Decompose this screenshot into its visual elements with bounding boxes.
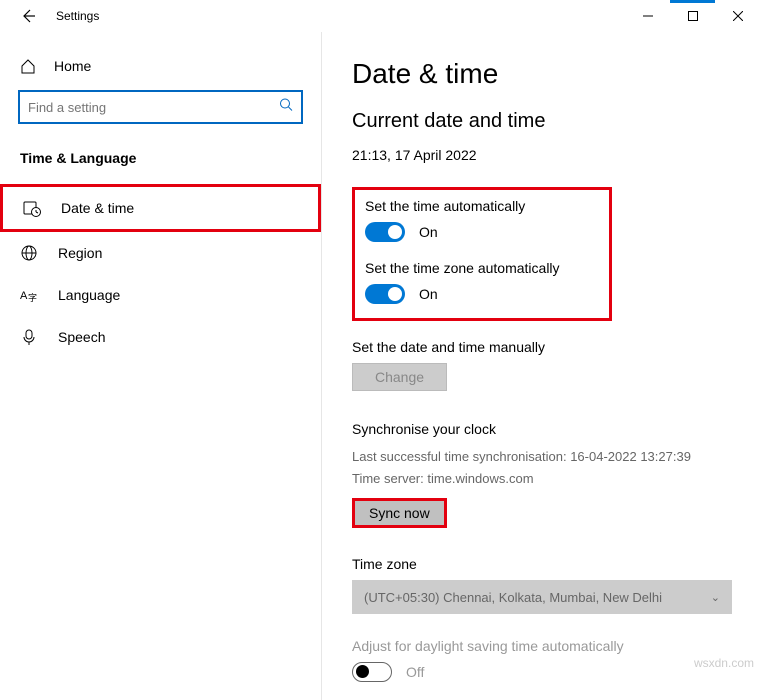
maximize-icon	[688, 11, 698, 21]
dst-label: Adjust for daylight saving time automati…	[352, 638, 730, 654]
set-tz-auto-state: On	[419, 286, 438, 302]
svg-text:字: 字	[28, 292, 37, 303]
microphone-icon	[20, 328, 38, 346]
sidebar-item-label: Speech	[58, 329, 105, 345]
set-tz-auto-toggle[interactable]	[365, 284, 405, 304]
minimize-button[interactable]	[625, 0, 670, 32]
watermark: wsxdn.com	[694, 656, 754, 670]
search-icon	[279, 98, 293, 117]
arrow-left-icon	[20, 8, 36, 24]
sync-title: Synchronise your clock	[352, 421, 730, 437]
home-icon	[20, 58, 36, 74]
change-button: Change	[352, 363, 447, 391]
sidebar-item-language[interactable]: A字 Language	[0, 274, 321, 316]
timezone-dropdown: (UTC+05:30) Chennai, Kolkata, Mumbai, Ne…	[352, 580, 732, 614]
content-area: Date & time Current date and time 21:13,…	[322, 32, 760, 700]
maximize-button[interactable]	[670, 0, 715, 32]
dst-state: Off	[406, 664, 424, 680]
sync-last: Last successful time synchronisation: 16…	[352, 447, 730, 467]
titlebar: Settings	[0, 0, 760, 32]
tz-label: Time zone	[352, 556, 730, 572]
home-nav[interactable]: Home	[0, 50, 321, 90]
set-time-auto-toggle[interactable]	[365, 222, 405, 242]
dst-toggle	[352, 662, 392, 682]
sidebar-item-label: Language	[58, 287, 120, 303]
close-icon	[733, 11, 743, 21]
sidebar-item-date-time[interactable]: Date & time	[0, 184, 321, 232]
section-title: Time & Language	[0, 150, 321, 184]
sidebar-item-label: Date & time	[61, 200, 134, 216]
window-title: Settings	[56, 9, 99, 23]
current-datetime: 21:13, 17 April 2022	[352, 147, 730, 163]
clock-calendar-icon	[23, 199, 41, 217]
manual-label: Set the date and time manually	[352, 339, 730, 355]
set-time-auto-state: On	[419, 224, 438, 240]
page-title: Date & time	[352, 58, 730, 90]
sidebar: Home Time & Language Date & time Region …	[0, 32, 322, 700]
sync-server: Time server: time.windows.com	[352, 469, 730, 489]
timezone-value: (UTC+05:30) Chennai, Kolkata, Mumbai, Ne…	[364, 590, 662, 605]
globe-icon	[20, 244, 38, 262]
back-button[interactable]	[16, 8, 40, 24]
set-time-auto-label: Set the time automatically	[365, 198, 599, 214]
minimize-icon	[643, 11, 653, 21]
language-icon: A字	[20, 286, 38, 304]
close-button[interactable]	[715, 0, 760, 32]
sidebar-item-speech[interactable]: Speech	[0, 316, 321, 358]
set-tz-auto-label: Set the time zone automatically	[365, 260, 599, 276]
home-label: Home	[54, 58, 91, 74]
chevron-down-icon: ⌄	[711, 591, 720, 604]
page-subtitle: Current date and time	[352, 110, 730, 133]
sync-now-button[interactable]: Sync now	[352, 498, 447, 528]
search-box[interactable]	[18, 90, 303, 124]
svg-text:A: A	[20, 290, 28, 302]
search-input[interactable]	[20, 100, 267, 115]
sidebar-item-label: Region	[58, 245, 102, 261]
sidebar-item-region[interactable]: Region	[0, 232, 321, 274]
